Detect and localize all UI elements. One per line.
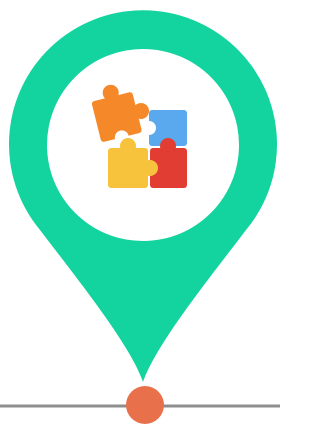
map-pin-icon (9, 10, 278, 383)
timeline-dot (126, 386, 164, 424)
pin-timeline-graphic (0, 0, 280, 425)
pin-timeline-svg (0, 10, 280, 424)
map-pin-inner-circle (47, 49, 239, 241)
